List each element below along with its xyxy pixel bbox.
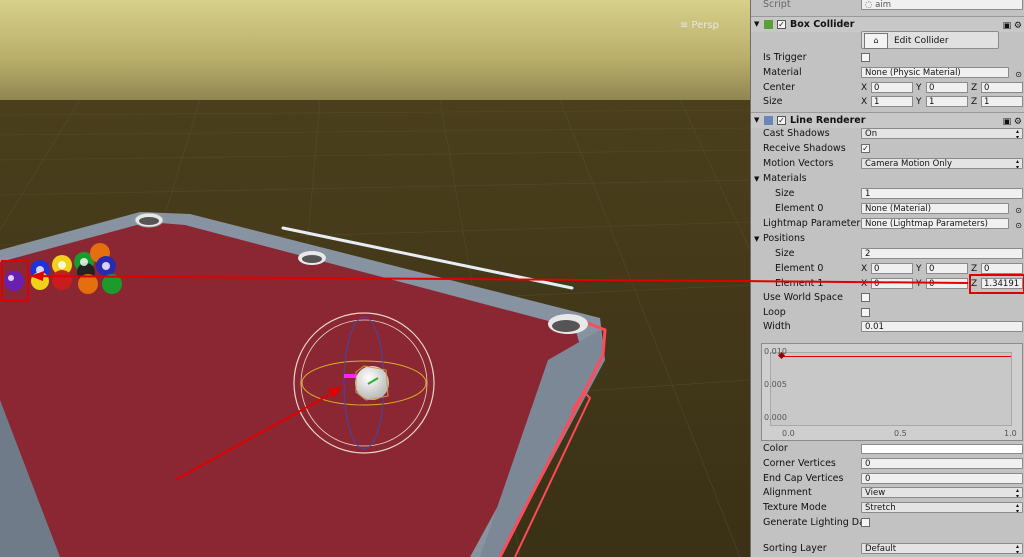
- center-y-field[interactable]: 0: [926, 82, 968, 93]
- fold-arrow-icon[interactable]: ▼: [754, 113, 759, 128]
- sky: [0, 0, 750, 100]
- width-row: Width 0.01: [751, 320, 1024, 334]
- size-x-field[interactable]: 1: [871, 96, 913, 107]
- center-x-field[interactable]: 0: [871, 82, 913, 93]
- corner-vertices-row: Corner Vertices 0: [751, 457, 1024, 471]
- receive-shadows-row: Receive Shadows ✓: [763, 143, 870, 154]
- texture-mode-dropdown[interactable]: Stretch: [861, 502, 1023, 513]
- sorting-layer-row: Sorting Layer Default: [751, 542, 1024, 556]
- corner-vertices-field[interactable]: 0: [861, 458, 1023, 469]
- object-picker-icon[interactable]: ⊙: [1015, 219, 1022, 233]
- line-renderer-header[interactable]: ▼ ✓ Line Renderer ▣ ⚙: [751, 112, 1024, 128]
- sorting-layer-dropdown[interactable]: Default: [861, 543, 1023, 554]
- positions-size-row: Size 2: [751, 247, 1024, 261]
- materials-size-row: Size 1: [751, 187, 1024, 201]
- scene-gizmo-icon: ≡: [680, 20, 689, 31]
- center-row: Center X 0 Y 0 Z 0: [751, 81, 1024, 95]
- material-element0-row: Element 0 None (Material) ⊙: [751, 202, 1024, 216]
- materials-row[interactable]: ▼ Materials: [751, 172, 1024, 186]
- is-trigger-row: Is Trigger: [751, 51, 1024, 65]
- motion-vectors-row: Motion Vectors Camera Motion Only: [751, 157, 1024, 171]
- cast-shadows-row: Cast Shadows On: [751, 127, 1024, 141]
- texture-mode-row: Texture Mode Stretch: [751, 501, 1024, 515]
- curve-plot-area[interactable]: [770, 351, 1012, 426]
- width-curve-editor[interactable]: 0.010 0.005 0.000 0.0 0.5 1.0: [761, 343, 1023, 441]
- size-z-field[interactable]: 1: [981, 96, 1023, 107]
- alignment-dropdown[interactable]: View: [861, 487, 1023, 498]
- curve-line: [781, 356, 1011, 357]
- loop-row: Loop: [751, 306, 1024, 320]
- use-world-space-row: Use World Space: [751, 291, 1024, 305]
- scene-render: [0, 0, 750, 557]
- annotation-line-overlay: [740, 280, 969, 284]
- target-ball: [4, 271, 24, 291]
- component-menu-icons[interactable]: ▣ ⚙: [1003, 19, 1022, 34]
- center-z-field[interactable]: 0: [981, 82, 1023, 93]
- material-element0-field[interactable]: None (Material): [861, 203, 1009, 214]
- is-trigger-checkbox[interactable]: [861, 53, 870, 62]
- edit-collider-button[interactable]: ⌂ Edit Collider: [861, 31, 999, 49]
- curve-y-label: 0.005: [764, 380, 787, 389]
- positions-size-field[interactable]: 2: [861, 248, 1023, 259]
- positions-row[interactable]: ▼ Positions: [751, 232, 1024, 246]
- lightmap-field[interactable]: None (Lightmap Parameters): [861, 218, 1009, 229]
- cast-shadows-dropdown[interactable]: On: [861, 128, 1023, 139]
- fold-arrow-icon[interactable]: ▼: [754, 17, 759, 32]
- gen-lighting-row: Generate Lighting Da: [751, 516, 1024, 530]
- use-world-space-checkbox[interactable]: [861, 293, 870, 302]
- gen-lighting-checkbox[interactable]: [861, 518, 870, 527]
- size-y-field[interactable]: 1: [926, 96, 968, 107]
- object-picker-icon[interactable]: ⊙: [1015, 68, 1022, 82]
- script-row: Script ◌ aim: [751, 0, 1024, 12]
- color-swatch[interactable]: [861, 444, 1023, 454]
- edit-collider-icon: ⌂: [864, 33, 888, 49]
- persp-label[interactable]: ≡ Persp: [680, 20, 719, 31]
- script-field[interactable]: ◌ aim: [861, 0, 1023, 10]
- alignment-row: Alignment View: [751, 486, 1024, 500]
- width-field[interactable]: 0.01: [861, 321, 1023, 332]
- box-collider-enabled[interactable]: ✓: [777, 20, 786, 29]
- scene-view[interactable]: ≡ Persp: [0, 0, 750, 557]
- material-field[interactable]: None (Physic Material): [861, 67, 1009, 78]
- motion-vectors-dropdown[interactable]: Camera Motion Only: [861, 158, 1023, 169]
- curve-x-label: 0.5: [894, 429, 907, 438]
- receive-shadows-checkbox[interactable]: ✓: [861, 144, 870, 153]
- box-collider-header[interactable]: ▼ ✓ Box Collider ▣ ⚙: [751, 16, 1024, 32]
- curve-y-label: 0.000: [764, 413, 787, 422]
- curve-y-label: 0.010: [764, 347, 787, 356]
- end-cap-row: End Cap Vertices 0: [751, 472, 1024, 486]
- color-row: Color: [751, 442, 1024, 456]
- line-renderer-enabled[interactable]: ✓: [777, 116, 786, 125]
- curve-x-label: 1.0: [1004, 429, 1017, 438]
- line-renderer-icon: [764, 116, 773, 125]
- box-collider-icon: [764, 20, 773, 29]
- fold-arrow-icon[interactable]: ▼: [754, 232, 759, 246]
- script-icon: ◌: [865, 0, 876, 10]
- end-cap-field[interactable]: 0: [861, 473, 1023, 484]
- lightmap-row: Lightmap Parameter None (Lightmap Parame…: [751, 217, 1024, 231]
- materials-size-field[interactable]: 1: [861, 188, 1023, 199]
- object-picker-icon[interactable]: ⊙: [1015, 204, 1022, 218]
- curve-x-label: 0.0: [782, 429, 795, 438]
- pos0-z-field[interactable]: 0: [981, 263, 1023, 274]
- fold-arrow-icon[interactable]: ▼: [754, 172, 759, 186]
- material-row: Material None (Physic Material) ⊙: [751, 66, 1024, 80]
- size-row: Size X 1 Y 1 Z 1: [751, 95, 1024, 109]
- loop-checkbox[interactable]: [861, 308, 870, 317]
